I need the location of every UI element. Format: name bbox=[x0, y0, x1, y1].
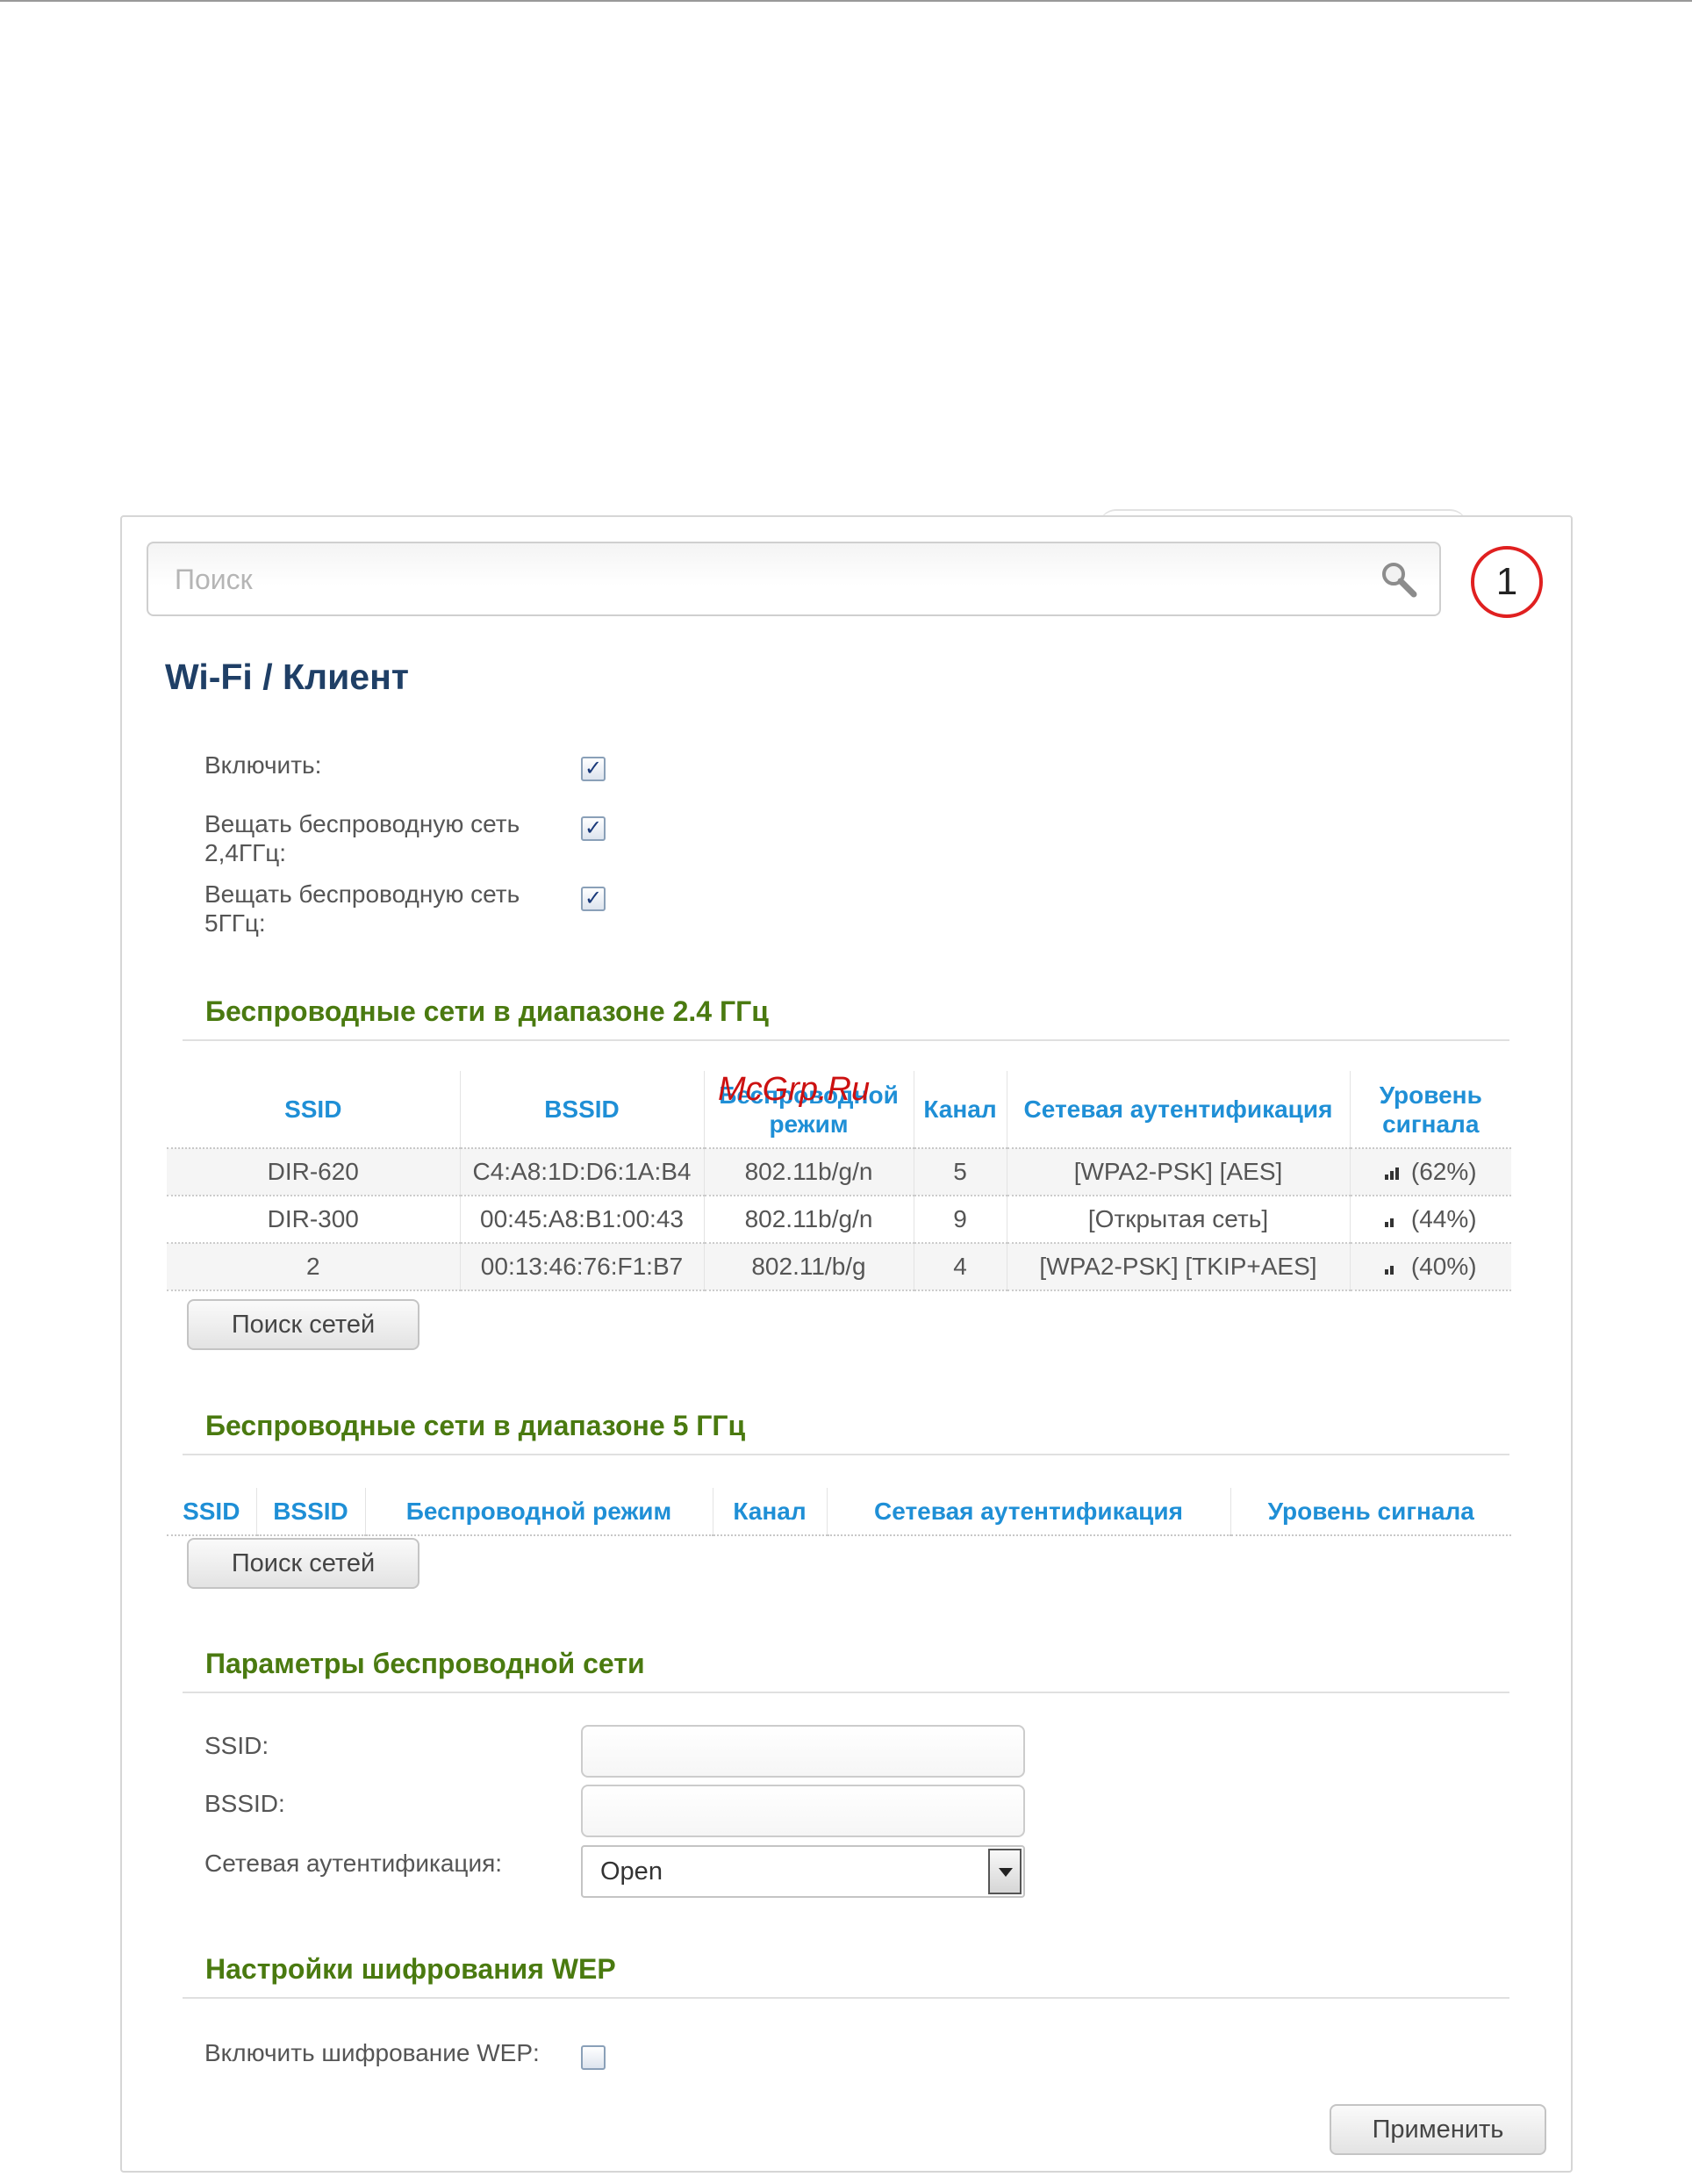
cell-auth: [Открытая сеть] bbox=[1006, 1196, 1350, 1244]
signal-bars-icon bbox=[1384, 1158, 1406, 1186]
wep-enable-label: Включить шифрование WEP: bbox=[204, 2039, 540, 2066]
signal-bars-icon bbox=[1384, 1253, 1406, 1281]
cell-channel: 5 bbox=[913, 1148, 1007, 1196]
cell-ssid: DIR-300 bbox=[167, 1196, 460, 1244]
signal-bar bbox=[1384, 1175, 1388, 1180]
signal-bar bbox=[1389, 1171, 1394, 1180]
auth-select[interactable]: Open bbox=[581, 1845, 1025, 1898]
cell-mode: 802.11/b/g bbox=[703, 1243, 914, 1291]
signal-bar bbox=[1389, 1266, 1394, 1275]
section-wireless-params: Параметры беспроводной сети bbox=[183, 1648, 1509, 1693]
section-networks-24: Беспроводные сети в диапазоне 2.4 ГГц bbox=[183, 995, 1509, 1041]
scan-networks-5-button[interactable]: Поиск сетей bbox=[187, 1538, 419, 1589]
broadcast-24-checkbox[interactable]: ✓ bbox=[581, 816, 606, 841]
apply-button[interactable]: Применить bbox=[1330, 2104, 1546, 2155]
cell-bssid: C4:A8:1D:D6:1A:B4 bbox=[459, 1148, 704, 1196]
bssid-input[interactable] bbox=[581, 1785, 1025, 1837]
cell-auth: [WPA2-PSK] [AES] bbox=[1006, 1148, 1350, 1196]
breadcrumb-page: Клиент bbox=[283, 657, 409, 697]
table-row[interactable]: DIR-300 00:45:A8:B1:00:43 802.11b/g/n 9 … bbox=[167, 1196, 1511, 1244]
ssid-label: SSID: bbox=[204, 1732, 269, 1759]
section-title: Настройки шифрования WEP bbox=[205, 1953, 616, 1985]
signal-bars-icon bbox=[1384, 1205, 1406, 1233]
wep-enable-checkbox[interactable] bbox=[581, 2045, 606, 2070]
section-title: Беспроводные сети в диапазоне 2.4 ГГц bbox=[205, 995, 769, 1027]
table-row[interactable]: 2 00:13:46:76:F1:B7 802.11/b/g 4 [WPA2-P… bbox=[167, 1243, 1511, 1291]
cell-mode: 802.11b/g/n bbox=[703, 1196, 914, 1244]
cell-auth: [WPA2-PSK] [TKIP+AES] bbox=[1006, 1243, 1350, 1291]
auth-label: Сетевая аутентификация: bbox=[204, 1850, 503, 1877]
signal-value: (40%) bbox=[1410, 1253, 1477, 1280]
networks-5-table: SSID BSSID Беспроводной режим Канал Сете… bbox=[167, 1488, 1511, 1536]
cell-channel: 9 bbox=[913, 1196, 1007, 1244]
column-header-auth[interactable]: Сетевая аутентификация bbox=[1006, 1071, 1350, 1149]
table-row[interactable]: DIR-620 C4:A8:1D:D6:1A:B4 802.11b/g/n 5 … bbox=[167, 1148, 1511, 1196]
column-header-auth[interactable]: Сетевая аутентификация bbox=[826, 1488, 1230, 1536]
table-header: SSID BSSID Беспроводной режим Канал Сете… bbox=[167, 1488, 1511, 1536]
signal-value: (44%) bbox=[1410, 1205, 1477, 1232]
auth-select-value: Open bbox=[600, 1857, 663, 1886]
cell-bssid: 00:45:A8:B1:00:43 bbox=[459, 1196, 704, 1244]
signal-bar bbox=[1394, 1167, 1399, 1180]
signal-bar bbox=[1384, 1222, 1388, 1227]
column-header-signal[interactable]: Уровень сигнала bbox=[1349, 1071, 1511, 1149]
top-rule bbox=[0, 0, 1692, 2]
cell-signal: (40%) bbox=[1349, 1243, 1511, 1291]
section-title: Беспроводные сети в диапазоне 5 ГГц bbox=[205, 1410, 746, 1441]
watermark: McGrp.Ru bbox=[718, 1071, 871, 1108]
bssid-label: BSSID: bbox=[204, 1790, 285, 1817]
page-title: Wi-Fi / Клиент bbox=[165, 657, 409, 698]
cell-bssid: 00:13:46:76:F1:B7 bbox=[459, 1243, 704, 1291]
column-header-bssid[interactable]: BSSID bbox=[459, 1071, 704, 1149]
column-header-ssid[interactable]: SSID bbox=[167, 1488, 256, 1536]
column-header-channel[interactable]: Канал bbox=[913, 1071, 1007, 1149]
search-box[interactable] bbox=[147, 542, 1441, 616]
cell-signal: (44%) bbox=[1349, 1196, 1511, 1244]
breadcrumb-section[interactable]: Wi-Fi / bbox=[165, 657, 273, 697]
ssid-input[interactable] bbox=[581, 1725, 1025, 1778]
signal-bar bbox=[1389, 1218, 1394, 1227]
section-title: Параметры беспроводной сети bbox=[205, 1648, 645, 1679]
cell-ssid: 2 bbox=[167, 1243, 460, 1291]
section-networks-5: Беспроводные сети в диапазоне 5 ГГц bbox=[183, 1410, 1509, 1455]
search-icon[interactable] bbox=[1377, 557, 1423, 603]
annotation-marker: 1 bbox=[1471, 546, 1543, 618]
cell-ssid: DIR-620 bbox=[167, 1148, 460, 1196]
column-header-signal[interactable]: Уровень сигнала bbox=[1230, 1488, 1511, 1536]
signal-value: (62%) bbox=[1410, 1158, 1477, 1185]
enable-checkbox[interactable]: ✓ bbox=[581, 757, 606, 781]
search-input[interactable] bbox=[173, 556, 1344, 603]
scan-networks-24-button[interactable]: Поиск сетей bbox=[187, 1299, 419, 1350]
cell-mode: 802.11b/g/n bbox=[703, 1148, 914, 1196]
column-header-mode[interactable]: Беспроводной режим bbox=[364, 1488, 713, 1536]
cell-signal: (62%) bbox=[1349, 1148, 1511, 1196]
column-header-ssid[interactable]: SSID bbox=[167, 1071, 460, 1149]
enable-label: Включить: bbox=[204, 751, 322, 779]
chevron-down-icon[interactable] bbox=[988, 1849, 1022, 1894]
broadcast-5-label: Вещать беспроводную сеть 5ГГц: bbox=[204, 880, 520, 937]
column-header-channel[interactable]: Канал bbox=[712, 1488, 827, 1536]
section-wep: Настройки шифрования WEP bbox=[183, 1953, 1509, 1999]
cell-channel: 4 bbox=[913, 1243, 1007, 1291]
signal-bar bbox=[1384, 1269, 1388, 1275]
broadcast-24-label: Вещать беспроводную сеть 2,4ГГц: bbox=[204, 810, 520, 866]
column-header-bssid[interactable]: BSSID bbox=[255, 1488, 365, 1536]
broadcast-5-checkbox[interactable]: ✓ bbox=[581, 887, 606, 911]
